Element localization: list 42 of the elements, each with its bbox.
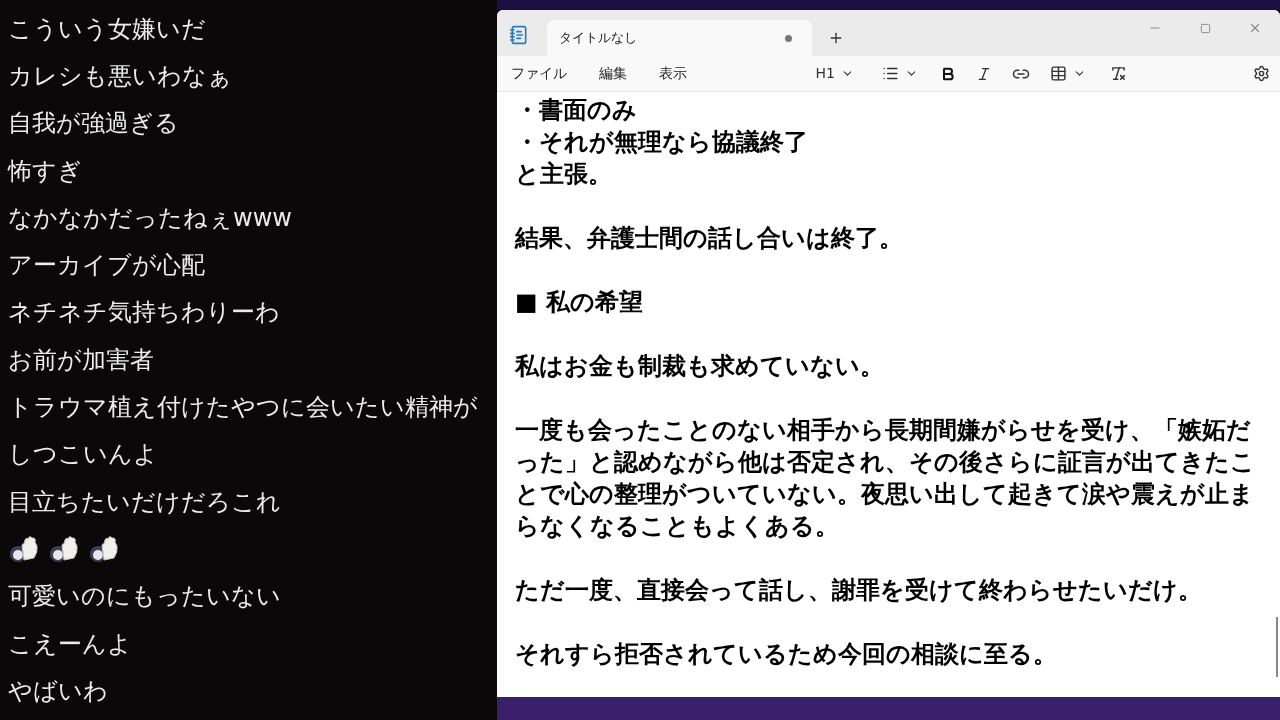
document-tab[interactable]: タイトルなし [547,20,812,56]
chat-message: お前が加害者 [8,344,154,376]
list-dropdown[interactable] [882,65,918,82]
chat-message: 怖すぎ [8,155,82,187]
chat-message: 可愛いのにもったいない [8,581,281,613]
chat-message: ネチネチ気持ちわりーわ [8,297,280,329]
bulleted-list-icon [882,65,899,82]
document-text: ・書面のみ [515,95,638,126]
chat-message: アーカイブが心配 [8,250,205,282]
chat-message: しつこいんよ [8,439,158,471]
italic-icon[interactable] [976,65,992,82]
chat-message: カレシも悪いわなぁ [8,60,232,92]
table-dropdown[interactable] [1050,65,1086,82]
chat-message: 自我が強過ぎる [8,108,179,140]
tab-title: タイトルなし [559,29,638,48]
chat-message: なかなかだったねぇwww [8,202,292,234]
document-text: 結果、弁護士間の話し合いは終了。 [515,223,904,254]
document-text: ■ 私の希望 [515,287,645,318]
document-text: それすら拒否されているため今回の相談に至る。 [515,639,1058,670]
document-text: ・それが無理なら協議終了 [515,127,809,158]
document-text: と主張。 [515,159,613,190]
menu-item[interactable]: 表示 [659,63,687,84]
document-text: ただ一度、直接会って話し、謝罪を受けて終わらせたいだけ。 [515,575,1203,606]
clear-formatting-icon[interactable] [1110,65,1127,82]
menu-item[interactable]: ファイル [511,63,567,84]
chat-message: こういう女嫌いだ [8,13,206,45]
scrollbar-thumb[interactable] [1276,617,1278,677]
menu-item[interactable]: 編集 [599,63,627,84]
plus-icon [828,30,844,46]
bold-icon[interactable] [940,65,956,82]
maximize-icon [1199,22,1211,34]
close-icon [1248,21,1262,35]
chat-message: トラウマ植え付けたやつに会いたい精神が [8,392,478,423]
document-text: 私はお金も制裁も求めていない。 [515,351,885,382]
heading-dropdown[interactable]: H1 [815,63,854,84]
table-icon [1050,65,1067,82]
settings-icon[interactable] [1253,65,1270,82]
chat-message: こえーんよ [8,628,132,660]
document-text: 一度も会ったことのない相手から長期間嫌がらせを受け、「嫉妬だった」と認めながら他は否定され、その後さらに証言が出てきたことで心の整理がついていない。夜思い出して起きて涙や震えが止まらなくなることもよくある。 [515,415,1256,542]
chat-message: やばいわ [8,675,108,707]
notepad-app-icon [509,25,529,45]
chat-message: 目立ちたいだけだろこれ [8,486,281,518]
